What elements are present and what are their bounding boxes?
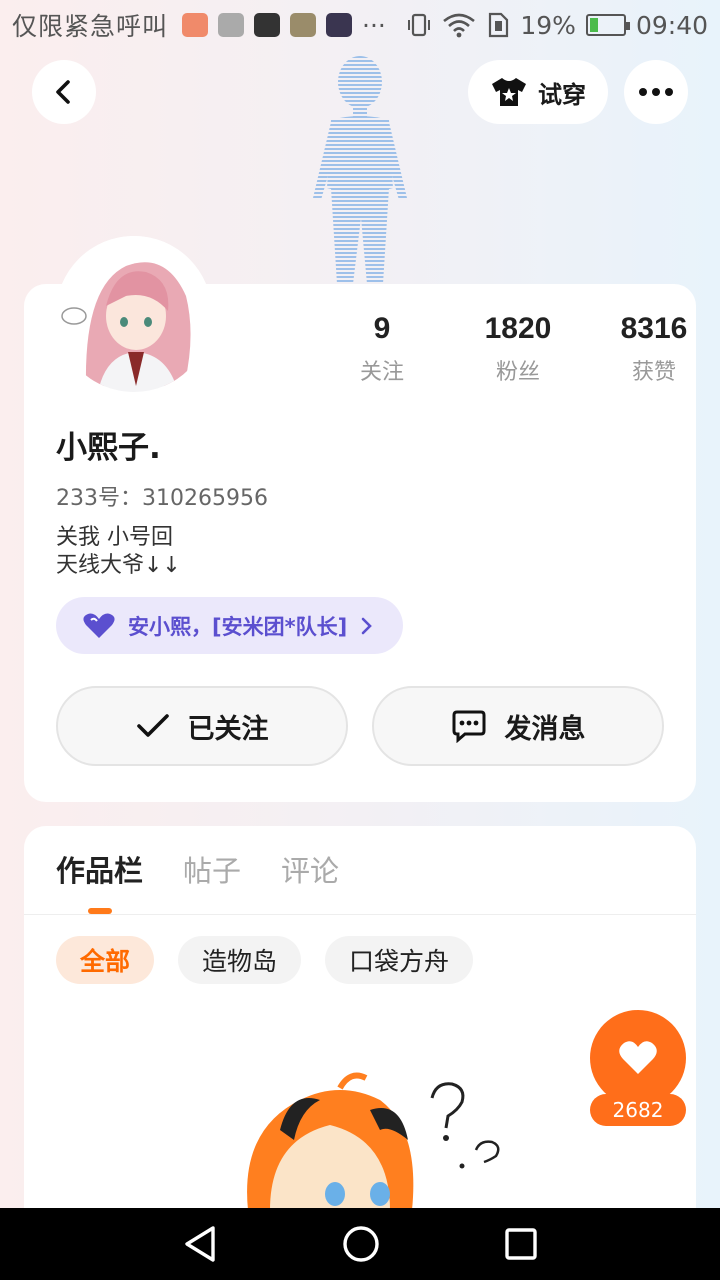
stat-value: 9 xyxy=(373,312,391,345)
clock: 09:40 xyxy=(635,10,708,40)
tabs-divider xyxy=(24,914,696,915)
stat-label: 粉丝 xyxy=(495,360,540,385)
avatar-3d-hologram xyxy=(313,56,407,284)
heart-badge-icon xyxy=(83,613,115,638)
app-notification-icon xyxy=(182,13,209,37)
user-id: 233号：310265956 xyxy=(56,486,268,511)
nav-recents-icon[interactable] xyxy=(504,1227,538,1261)
more-button[interactable] xyxy=(624,60,688,124)
more-notifications-icon: ··· xyxy=(362,10,386,40)
chevron-left-icon xyxy=(56,80,70,104)
stat-label: 关注 xyxy=(359,360,404,385)
stat-followers[interactable]: 1820 粉丝 xyxy=(450,312,586,386)
works-tabs: 作品栏 帖子 评论 xyxy=(56,848,339,890)
avatar[interactable] xyxy=(56,236,212,392)
status-bar: 仅限紧急呼叫 ··· 19% 09:40 xyxy=(0,0,720,50)
vibrate-icon xyxy=(408,13,431,37)
stat-label: 获赞 xyxy=(631,360,676,385)
check-icon xyxy=(136,714,169,737)
chat-bubble-icon xyxy=(452,710,485,743)
stat-likes[interactable]: 8316 获赞 xyxy=(586,312,720,386)
nav-back-icon[interactable] xyxy=(182,1224,218,1264)
battery-icon xyxy=(585,14,630,36)
like-button[interactable] xyxy=(590,1010,686,1106)
tab-works[interactable]: 作品栏 xyxy=(56,848,143,890)
tab-posts[interactable]: 帖子 xyxy=(183,848,241,890)
chip-creation-island[interactable]: 造物岛 xyxy=(178,936,302,984)
badge-text: 安小熙，[安米团*队长] xyxy=(128,614,348,639)
bio: 关我 小号回 天线大爷↓↓ xyxy=(56,525,181,578)
avatar-illustration xyxy=(56,236,212,392)
follow-button[interactable]: 已关注 xyxy=(56,686,348,766)
wifi-icon xyxy=(443,13,476,38)
chevron-right-icon xyxy=(361,617,373,634)
empty-state-mascot xyxy=(247,1072,500,1210)
sim-icon xyxy=(489,12,509,38)
notification-icons: ··· xyxy=(182,11,386,40)
filter-chips: 全部 造物岛 口袋方舟 xyxy=(56,936,474,984)
tab-comments[interactable]: 评论 xyxy=(281,848,339,890)
system-nav-bar xyxy=(0,1208,720,1280)
more-dots-icon xyxy=(639,88,673,96)
nav-home-icon[interactable] xyxy=(342,1225,380,1263)
back-button[interactable] xyxy=(32,60,96,124)
tshirt-icon xyxy=(492,78,526,106)
stat-value: 1820 xyxy=(484,312,552,345)
nickname: 小熙子. xyxy=(56,430,161,466)
like-count: 2682 xyxy=(590,1094,686,1126)
thumbnail-notification-icon xyxy=(290,13,317,37)
chip-all[interactable]: 全部 xyxy=(56,936,155,984)
thumbnail-notification-icon xyxy=(326,13,353,37)
stat-following[interactable]: 9 关注 xyxy=(314,312,450,386)
thumbnail-notification-icon xyxy=(254,13,281,37)
heart-icon xyxy=(619,1041,657,1074)
follow-label: 已关注 xyxy=(187,713,269,745)
try-on-label: 试穿 xyxy=(538,80,586,109)
message-label: 发消息 xyxy=(504,713,586,745)
battery-percent: 19% xyxy=(520,10,576,40)
group-badge[interactable]: 安小熙，[安米团*队长] xyxy=(56,597,404,654)
profile-stats: 9 关注 1820 粉丝 8316 获赞 xyxy=(314,312,720,386)
chip-pocket-ark[interactable]: 口袋方舟 xyxy=(325,936,474,984)
message-button[interactable]: 发消息 xyxy=(372,686,664,766)
gallery-notification-icon xyxy=(218,13,245,37)
carrier-text: 仅限紧急呼叫 xyxy=(12,12,169,41)
try-on-button[interactable]: 试穿 xyxy=(468,60,608,124)
stat-value: 8316 xyxy=(620,312,688,345)
